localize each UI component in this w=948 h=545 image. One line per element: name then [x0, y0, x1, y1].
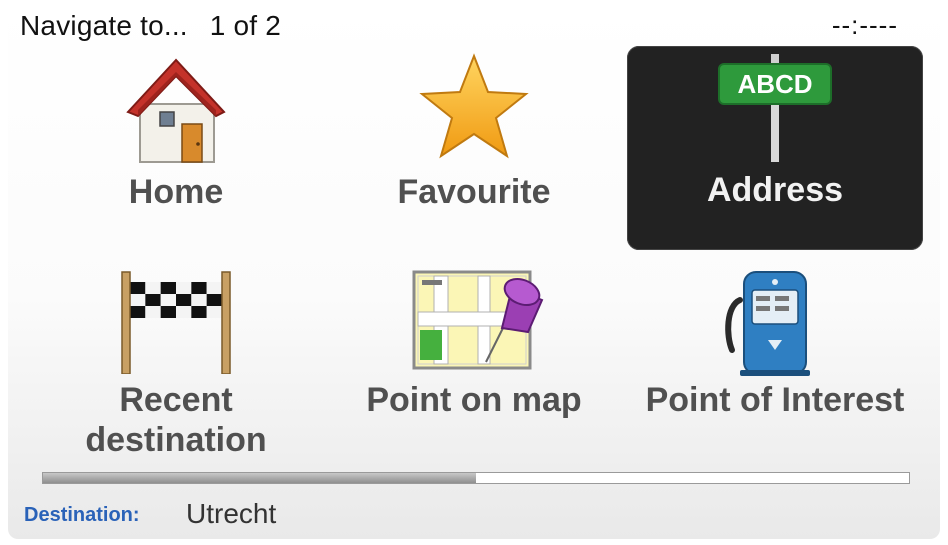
page-scroll-bar[interactable] — [42, 472, 910, 484]
page-title: Navigate to... 1 of 2 — [20, 10, 281, 42]
page-scroll-fill — [43, 473, 476, 483]
page-indicator: 1 of 2 — [209, 10, 282, 41]
home-button[interactable]: Home — [28, 44, 324, 248]
menu-title: Navigate to... — [20, 10, 188, 41]
fuel-pump-icon — [725, 271, 810, 376]
star-icon — [419, 53, 529, 159]
address-button[interactable]: ABCD Address — [627, 46, 923, 250]
house-icon — [126, 58, 226, 163]
destination-label: Destination: — [24, 504, 140, 526]
map-pin-icon — [412, 270, 544, 370]
street-sign-icon: ABCD — [718, 54, 832, 162]
sign-text: ABCD — [737, 69, 812, 99]
destination-value: Utrecht — [186, 498, 277, 529]
clock-display: --:---- — [831, 10, 898, 40]
point-of-interest-label: Point of Interest — [645, 381, 905, 419]
favourite-button[interactable]: Favourite — [326, 44, 622, 248]
favourite-label: Favourite — [397, 173, 551, 211]
home-label: Home — [128, 173, 224, 211]
point-of-interest-button[interactable]: Point of Interest — [627, 262, 923, 466]
checkered-flag-icon — [121, 271, 231, 374]
navigation-menu-screen: Navigate to... 1 of 2 --:---- Home Favour… — [8, 4, 940, 539]
address-label: Address — [706, 171, 844, 209]
point-on-map-label: Point on map — [366, 381, 582, 419]
point-on-map-button[interactable]: Point on map — [326, 262, 622, 466]
recent-destination-button[interactable]: Recent destination — [28, 262, 324, 466]
recent-destination-label: Recent destination — [85, 381, 267, 459]
